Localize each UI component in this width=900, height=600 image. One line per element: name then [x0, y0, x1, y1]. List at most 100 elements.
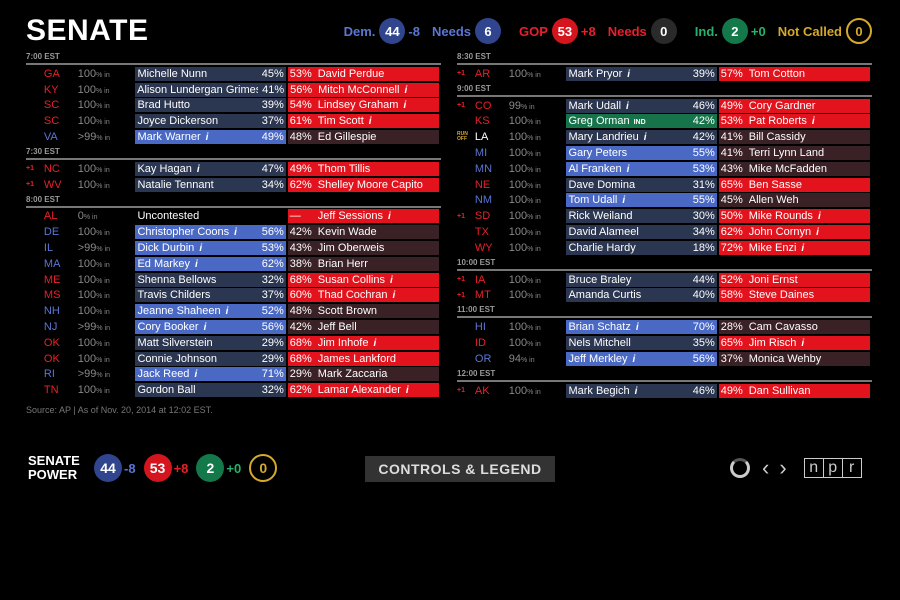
- rep-candidate[interactable]: 68% Jim Inhofe i: [287, 335, 439, 350]
- info-icon[interactable]: i: [404, 85, 407, 96]
- dem-candidate[interactable]: Bruce Braley 44%: [566, 272, 717, 287]
- race-row[interactable]: MS 100% in Travis Childers 37% 60% Thad Cochr…: [26, 288, 441, 304]
- race-row[interactable]: HI 100% in Brian Schatz i 70% 28% Cam Cavasso: [457, 319, 872, 335]
- dem-candidate[interactable]: Greg Orman IND 42%: [566, 114, 717, 129]
- dem-candidate[interactable]: Brad Hutto 39%: [135, 98, 286, 113]
- info-icon[interactable]: i: [369, 116, 372, 127]
- race-row[interactable]: +1 SD 100% in Rick Weiland 30% 50% Mike Rounds…: [457, 208, 872, 224]
- dem-candidate[interactable]: Uncontested: [135, 209, 285, 223]
- dem-candidate[interactable]: Alison Lundergan Grimes 41%: [135, 82, 287, 97]
- info-icon[interactable]: i: [812, 116, 815, 127]
- race-row[interactable]: +1 WV 100% in Natalie Tennant 34% 62% Shelley …: [26, 177, 441, 193]
- dem-candidate[interactable]: Gordon Ball 32%: [135, 383, 286, 398]
- rep-candidate[interactable]: 49% Cory Gardner: [718, 98, 870, 113]
- info-icon[interactable]: i: [390, 275, 393, 286]
- info-icon[interactable]: i: [816, 227, 819, 238]
- info-icon[interactable]: i: [197, 164, 200, 175]
- rep-candidate[interactable]: 29% Mark Zaccaria: [287, 367, 439, 382]
- rep-candidate[interactable]: 62% John Cornyn i: [718, 225, 870, 240]
- dem-candidate[interactable]: Cory Booker i 56%: [135, 320, 286, 335]
- race-row[interactable]: KY 100% in Alison Lundergan Grimes 41% 56% Mi…: [26, 82, 441, 98]
- dem-candidate[interactable]: Michelle Nunn 45%: [135, 66, 286, 81]
- dem-candidate[interactable]: Joyce Dickerson 37%: [135, 114, 286, 129]
- rep-candidate[interactable]: 68% Susan Collins i: [287, 272, 439, 287]
- info-icon[interactable]: i: [204, 322, 207, 333]
- dem-candidate[interactable]: Mark Udall i 46%: [566, 98, 717, 113]
- rep-candidate[interactable]: 28% Cam Cavasso: [718, 320, 870, 335]
- info-icon[interactable]: i: [626, 101, 629, 112]
- rep-candidate[interactable]: 48% Scott Brown: [287, 304, 439, 319]
- info-icon[interactable]: i: [392, 290, 395, 301]
- dem-candidate[interactable]: Tom Udall i 55%: [566, 193, 717, 208]
- dem-candidate[interactable]: Gary Peters 55%: [566, 146, 717, 161]
- info-icon[interactable]: i: [627, 69, 630, 80]
- rep-candidate[interactable]: 45% Allen Weh: [718, 193, 870, 208]
- race-row[interactable]: TX 100% in David Alameel 34% 62% John Cornyn i: [457, 224, 872, 240]
- info-icon[interactable]: i: [388, 211, 391, 222]
- refresh-icon[interactable]: [730, 458, 750, 478]
- rep-candidate[interactable]: 41% Bill Cassidy: [718, 130, 870, 145]
- rep-candidate[interactable]: 50% Mike Rounds i: [718, 209, 870, 224]
- rep-candidate[interactable]: 57% Tom Cotton: [718, 66, 870, 81]
- info-icon[interactable]: i: [403, 100, 406, 111]
- rep-candidate[interactable]: 43% Jim Oberweis: [287, 241, 439, 256]
- dem-candidate[interactable]: Travis Childers 37%: [135, 288, 286, 303]
- rep-candidate[interactable]: 54% Lindsey Graham i: [287, 98, 439, 113]
- info-icon[interactable]: i: [636, 322, 639, 333]
- rep-candidate[interactable]: 49% Thom Tillis: [287, 161, 439, 176]
- race-row[interactable]: VA >99% in Mark Warner i 49% 48% Ed Gillespie: [26, 129, 441, 145]
- rep-candidate[interactable]: 42% Jeff Bell: [287, 320, 439, 335]
- race-row[interactable]: NM 100% in Tom Udall i 55% 45% Allen Weh: [457, 193, 872, 209]
- race-row[interactable]: NH 100% in Jeanne Shaheen i 52% 48% Scott Brow…: [26, 303, 441, 319]
- info-icon[interactable]: i: [226, 306, 229, 317]
- race-row[interactable]: SC 100% in Brad Hutto 39% 54% Lindsey Graham i: [26, 98, 441, 114]
- rep-candidate[interactable]: 38% Brian Herr: [287, 256, 439, 271]
- dem-candidate[interactable]: Mark Begich i 46%: [566, 383, 717, 398]
- dem-candidate[interactable]: Kay Hagan i 47%: [135, 161, 286, 176]
- race-row[interactable]: +1 IA 100% in Bruce Braley 44% 52% Joni Ernst: [457, 272, 872, 288]
- dem-candidate[interactable]: Connie Johnson 29%: [135, 351, 286, 366]
- race-row[interactable]: +1 CO 99% in Mark Udall i 46% 49% Cory Gardner: [457, 98, 872, 114]
- race-row[interactable]: NE 100% in Dave Domina 31% 65% Ben Sasse: [457, 177, 872, 193]
- race-row[interactable]: OR 94% in Jeff Merkley i 56% 37% Monica Wehby: [457, 351, 872, 367]
- dem-candidate[interactable]: Mark Pryor i 39%: [566, 66, 717, 81]
- dem-candidate[interactable]: Amanda Curtis 40%: [566, 288, 717, 303]
- race-row[interactable]: RUN OFF LA 100% in Mary Landrieu i 42% 41% Bill…: [457, 129, 872, 145]
- dem-candidate[interactable]: Nels Mitchell 35%: [566, 336, 717, 351]
- npr-logo[interactable]: n p r: [803, 458, 862, 478]
- rep-candidate[interactable]: 65% Ben Sasse: [718, 177, 870, 192]
- dem-candidate[interactable]: Jeff Merkley i 56%: [566, 351, 717, 366]
- dem-candidate[interactable]: Ed Markey i 62%: [135, 256, 286, 271]
- dem-candidate[interactable]: Natalie Tennant 34%: [135, 177, 286, 192]
- info-icon[interactable]: i: [622, 195, 625, 206]
- race-row[interactable]: GA 100% in Michelle Nunn 45% 53% David Perdue: [26, 66, 441, 82]
- rep-candidate[interactable]: — Jeff Sessions i: [287, 209, 439, 224]
- dem-candidate[interactable]: Shenna Bellows 32%: [135, 272, 286, 287]
- rep-candidate[interactable]: 53% Pat Roberts i: [718, 114, 870, 129]
- race-row[interactable]: SC 100% in Joyce Dickerson 37% 61% Tim Scott i: [26, 113, 441, 129]
- race-row[interactable]: +1 AR 100% in Mark Pryor i 39% 57% Tom Cotton: [457, 66, 872, 82]
- rep-candidate[interactable]: 43% Mike McFadden: [718, 161, 870, 176]
- info-icon[interactable]: i: [644, 132, 647, 143]
- info-icon[interactable]: i: [195, 259, 198, 270]
- rep-candidate[interactable]: 41% Terri Lynn Land: [718, 146, 870, 161]
- dem-candidate[interactable]: Dave Domina 31%: [566, 177, 717, 192]
- race-row[interactable]: IL >99% in Dick Durbin i 53% 43% Jim Oberweis: [26, 240, 441, 256]
- race-row[interactable]: +1 NC 100% in Kay Hagan i 47% 49% Thom Tillis: [26, 161, 441, 177]
- rep-candidate[interactable]: 56% Mitch McConnell i: [288, 82, 439, 97]
- dem-candidate[interactable]: Jeanne Shaheen i 52%: [135, 304, 286, 319]
- rep-candidate[interactable]: 52% Joni Ernst: [718, 272, 870, 287]
- info-icon[interactable]: i: [373, 338, 376, 349]
- race-row[interactable]: AL 0% in Uncontested — Jeff Sessions i: [26, 209, 441, 225]
- race-row[interactable]: MN 100% in Al Franken i 53% 43% Mike McFadden: [457, 161, 872, 177]
- info-icon[interactable]: i: [801, 338, 804, 349]
- dem-candidate[interactable]: Rick Weiland 30%: [566, 209, 717, 224]
- info-icon[interactable]: i: [234, 227, 237, 238]
- dem-candidate[interactable]: Christopher Coons i 56%: [135, 225, 286, 240]
- race-row[interactable]: +1 MT 100% in Amanda Curtis 40% 58% Steve Dain…: [457, 288, 872, 304]
- rep-candidate[interactable]: 58% Steve Daines: [718, 288, 870, 303]
- race-row[interactable]: DE 100% in Christopher Coons i 56% 42% Kevin W…: [26, 224, 441, 240]
- dem-candidate[interactable]: Mary Landrieu i 42%: [566, 130, 717, 145]
- race-row[interactable]: ID 100% in Nels Mitchell 35% 65% Jim Risch i: [457, 335, 872, 351]
- race-row[interactable]: MA 100% in Ed Markey i 62% 38% Brian Herr: [26, 256, 441, 272]
